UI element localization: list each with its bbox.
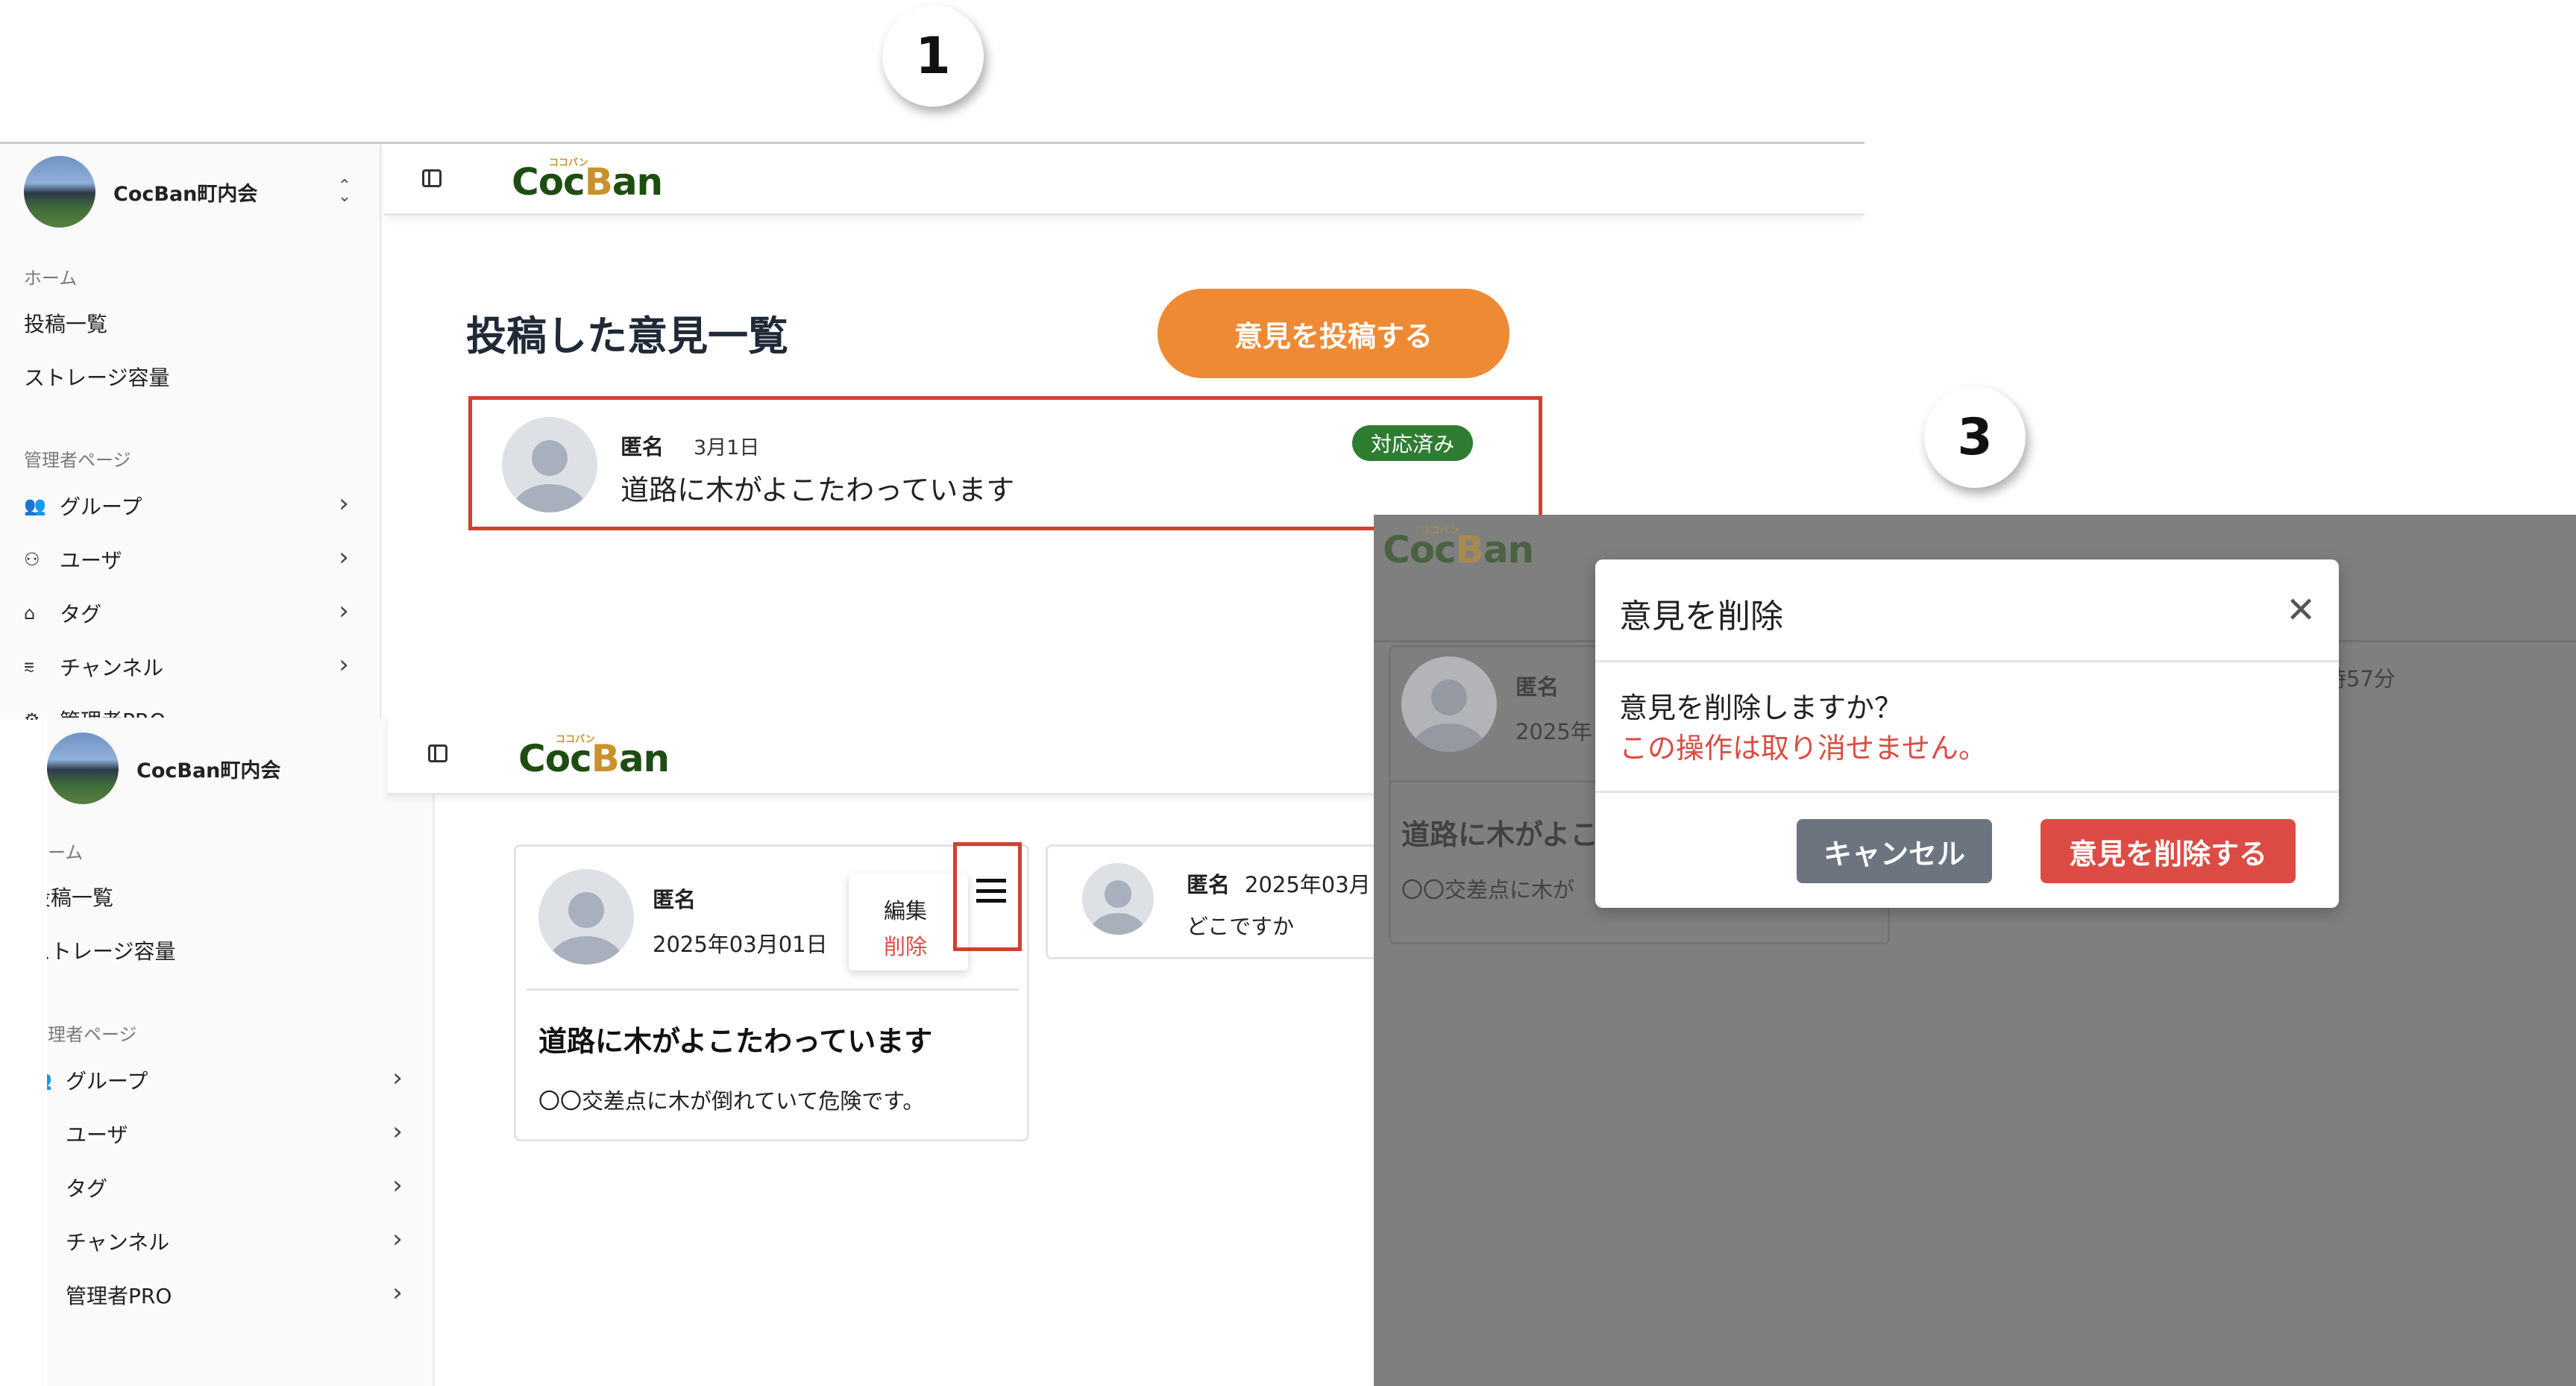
avatar [538,869,634,965]
bg-date: 2025年 [1515,719,1592,744]
step-badge-1: 1 [882,5,984,107]
card-menu-popup: 編集 削除 [849,874,968,970]
sidebar-item-tag[interactable]: ⌂タグ [24,598,101,628]
tag-icon: ⌂ [24,603,36,624]
section-home: ホーム [47,842,84,863]
group-icon: 👥 [47,1070,54,1091]
sidebar-item-group[interactable]: 👥グループ [47,1065,148,1095]
cancel-button[interactable]: キャンセル [1797,819,1992,883]
section-home: ホーム [24,268,78,289]
card-divider [527,988,1019,991]
bg-title: 道路に木がよこ [1401,818,1599,851]
header: CocBan ココバン [388,718,1376,795]
channel-icon: ⩳ [47,1231,54,1252]
card-title: 道路に木がよこたわっています [538,1025,933,1058]
chevron-right-icon: › [339,596,349,626]
avatar [1082,863,1154,935]
cocban-logo: CocBan ココバン [1383,525,1534,571]
cocban-logo: CocBan ココバン [512,157,663,204]
menu-item-delete[interactable]: 削除 [884,929,927,961]
opinion-author: 匿名 [621,434,665,460]
workspace-switcher[interactable]: CocBan町内会 [24,156,257,228]
card-author: 匿名 [653,887,697,912]
opinion-card[interactable]: 匿名 2025年03月 どこですか [1046,844,1376,959]
channel-icon: ⩳ [24,656,35,677]
status-badge: 対応済み [1352,425,1473,461]
workspace-switcher[interactable]: CocBan町内会 [47,733,280,804]
workspace-name: CocBan町内会 [136,759,281,783]
chevron-updown-icon[interactable]: ⌃⌄ [336,178,354,205]
chevron-right-icon: › [392,1063,403,1093]
delete-dialog: 意見を削除 ✕ 意見を削除しますか？ この操作は取り消せません。 キャンセル 意… [1595,559,2339,908]
sidebar-item-posts[interactable]: 投稿一覧 [24,308,107,338]
page-title: 投稿した意見一覧 [466,313,788,360]
sidebar-item-user[interactable]: ⚇ユーザ [24,545,122,574]
cocban-logo: CocBan ココバン [518,734,670,780]
section-admin: 管理者ページ [47,1024,137,1045]
section-admin: 管理者ページ [24,450,131,471]
sidebar-item-channel[interactable]: ⩳チャンネル [47,1226,169,1256]
close-icon[interactable]: ✕ [2286,592,2316,628]
opinion-row[interactable]: 匿名 3月1日 道路に木がよこたわっています 対応済み [472,400,1539,527]
bg-body: 〇〇交差点に木が [1401,877,1575,903]
admin-pro-icon: ⚙ [47,1285,54,1305]
avatar [502,417,597,512]
sidebar-item-group[interactable]: 👥グループ [24,491,142,521]
sidebar-item-tag[interactable]: ⌂タグ [47,1173,107,1202]
header: CocBan ココバン [384,144,1865,216]
sidebar-item-admin-pro[interactable]: ⚙管理者PRO [47,1280,172,1310]
dialog-header-divider [1595,660,2339,662]
confirm-delete-button[interactable]: 意見を削除する [2041,819,2296,883]
card-date: 2025年03月 [1245,872,1371,897]
sidebar-toggle-icon[interactable] [422,169,442,187]
chevron-right-icon: › [392,1224,403,1254]
user-icon: ⚇ [47,1123,54,1144]
dialog-question: 意見を削除しますか？ [1619,692,1903,724]
workspace-avatar [24,156,95,228]
chevron-right-icon: › [339,542,349,572]
workspace-avatar [47,733,119,804]
chevron-right-icon: › [392,1278,403,1308]
group-icon: 👥 [24,495,46,516]
chevron-right-icon: › [392,1170,403,1200]
bg-author: 匿名 [1515,674,1559,700]
chevron-right-icon: › [392,1117,403,1147]
sidebar-toggle-icon[interactable] [428,744,447,762]
sidebar-item-storage[interactable]: ストレージ容量 [24,362,169,392]
hamburger-menu-icon[interactable] [976,879,1006,903]
menu-item-edit[interactable]: 編集 [884,894,927,925]
opinion-card[interactable]: 匿名 2025年03月01日 道路に木がよこたわっています 〇〇交差点に木が倒れ… [514,842,1029,1141]
sidebar-item-user[interactable]: ⚇ユーザ [47,1119,128,1149]
dialog-footer-divider [1595,791,2339,793]
admin-pro-icon: ⚙ [24,709,40,720]
tag-icon: ⌂ [47,1177,54,1198]
card-text: どこですか [1187,914,1295,939]
card-author: 匿名 [1187,872,1231,897]
sidebar: CocBan町内会 ⌃⌄ ホーム 投稿一覧 ストレージ容量 管理者ページ 👥グル… [47,718,435,1386]
post-opinion-button[interactable]: 意見を投稿する [1157,289,1510,378]
opinion-date: 3月1日 [694,436,760,460]
dialog-warning: この操作は取り消せません。 [1619,732,1987,765]
panel-3-delete-dialog: CocBan ココバン 匿名 2025年 道路に木がよこ 〇〇交差点に木が 時5… [1374,515,2576,1386]
panel-2-card-menu: CocBan町内会 ⌃⌄ ホーム 投稿一覧 ストレージ容量 管理者ページ 👥グル… [47,718,1376,1386]
sidebar-item-storage[interactable]: ストレージ容量 [47,935,175,965]
user-icon: ⚇ [24,549,40,570]
chevron-right-icon: › [339,650,349,680]
sidebar-item-posts[interactable]: 投稿一覧 [47,882,113,912]
workspace-name: CocBan町内会 [113,182,258,206]
opinion-text: 道路に木がよこたわっています [621,474,1015,507]
card-date: 2025年03月01日 [653,932,828,957]
dialog-title: 意見を削除 [1619,598,1783,636]
chevron-right-icon: › [339,489,349,518]
sidebar: CocBan町内会 ⌃⌄ ホーム 投稿一覧 ストレージ容量 管理者ページ 👥グル… [0,144,382,720]
sidebar-item-channel[interactable]: ⩳チャンネル [24,652,163,682]
step-badge-3: 3 [1924,386,2026,488]
avatar [1401,656,1497,752]
card-body: 〇〇交差点に木が倒れていて危険です。 [538,1088,925,1114]
